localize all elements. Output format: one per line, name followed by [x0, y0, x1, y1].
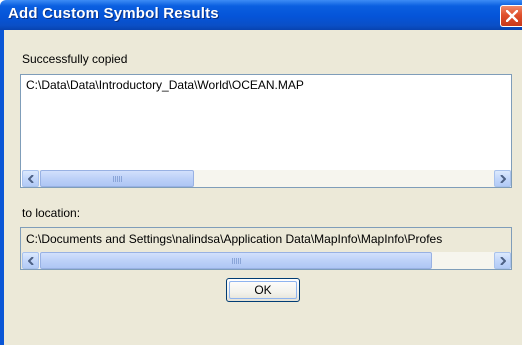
scroll-right-button[interactable]	[494, 170, 511, 187]
dialog-body: Successfully copied C:\Data\Data\Introdu…	[0, 30, 522, 345]
location-value: C:\Documents and Settings\nalindsa\Appli…	[26, 232, 443, 246]
close-button[interactable]	[500, 5, 522, 27]
grip-icon	[232, 258, 241, 264]
location-horizontal-scrollbar[interactable]	[22, 252, 511, 269]
window-title: Add Custom Symbol Results	[8, 5, 219, 22]
scroll-left-button[interactable]	[22, 170, 39, 187]
scroll-left-button[interactable]	[22, 252, 39, 269]
window-frame-left	[0, 30, 4, 345]
location-label: to location:	[22, 206, 81, 220]
copied-listbox[interactable]: C:\Data\Data\Introductory_Data\World\OCE…	[20, 74, 512, 188]
copied-item[interactable]: C:\Data\Data\Introductory_Data\World\OCE…	[26, 78, 304, 92]
scroll-right-button[interactable]	[494, 252, 511, 269]
dialog-window: Add Custom Symbol Results Successfully c…	[0, 0, 522, 345]
copied-label: Successfully copied	[22, 52, 128, 66]
location-field[interactable]: C:\Documents and Settings\nalindsa\Appli…	[20, 227, 512, 270]
grip-icon	[113, 176, 122, 182]
scroll-thumb[interactable]	[40, 170, 194, 187]
ok-button-label: OK	[254, 283, 272, 297]
scroll-thumb[interactable]	[40, 252, 432, 269]
copied-horizontal-scrollbar[interactable]	[22, 170, 511, 187]
title-bar[interactable]: Add Custom Symbol Results	[0, 0, 522, 30]
ok-button[interactable]: OK	[226, 278, 300, 302]
